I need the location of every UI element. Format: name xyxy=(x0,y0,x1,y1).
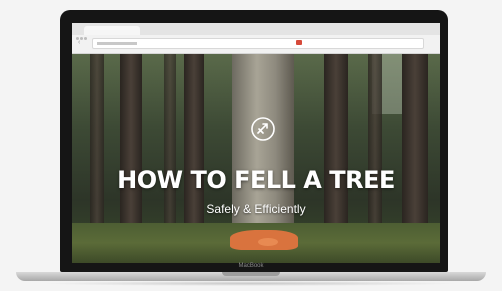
page-title: HOW TO FELL A TREE xyxy=(117,166,395,194)
laptop-brand-label: MacBook xyxy=(238,263,264,269)
browser-tab[interactable] xyxy=(84,26,140,35)
laptop-screen: ‹ HOW TO FELL A TREE Safely & Efficientl… xyxy=(72,23,440,263)
browser-toolbar: ‹ xyxy=(72,23,440,54)
back-arrow-icon[interactable]: ‹ xyxy=(78,39,86,46)
tree-axe-logo-icon xyxy=(251,117,275,141)
wood-chips xyxy=(258,238,278,246)
laptop-hinge-notch xyxy=(222,272,280,276)
address-bar[interactable] xyxy=(92,38,424,49)
hero-section: HOW TO FELL A TREE Safely & Efficiently xyxy=(72,54,440,263)
page-subtitle: Safely & Efficiently xyxy=(206,202,306,216)
record-indicator-icon[interactable] xyxy=(296,40,302,45)
laptop-mockup: ‹ HOW TO FELL A TREE Safely & Efficientl… xyxy=(0,0,502,291)
browser-tab-strip xyxy=(72,23,440,40)
laptop-shadow xyxy=(40,281,460,286)
